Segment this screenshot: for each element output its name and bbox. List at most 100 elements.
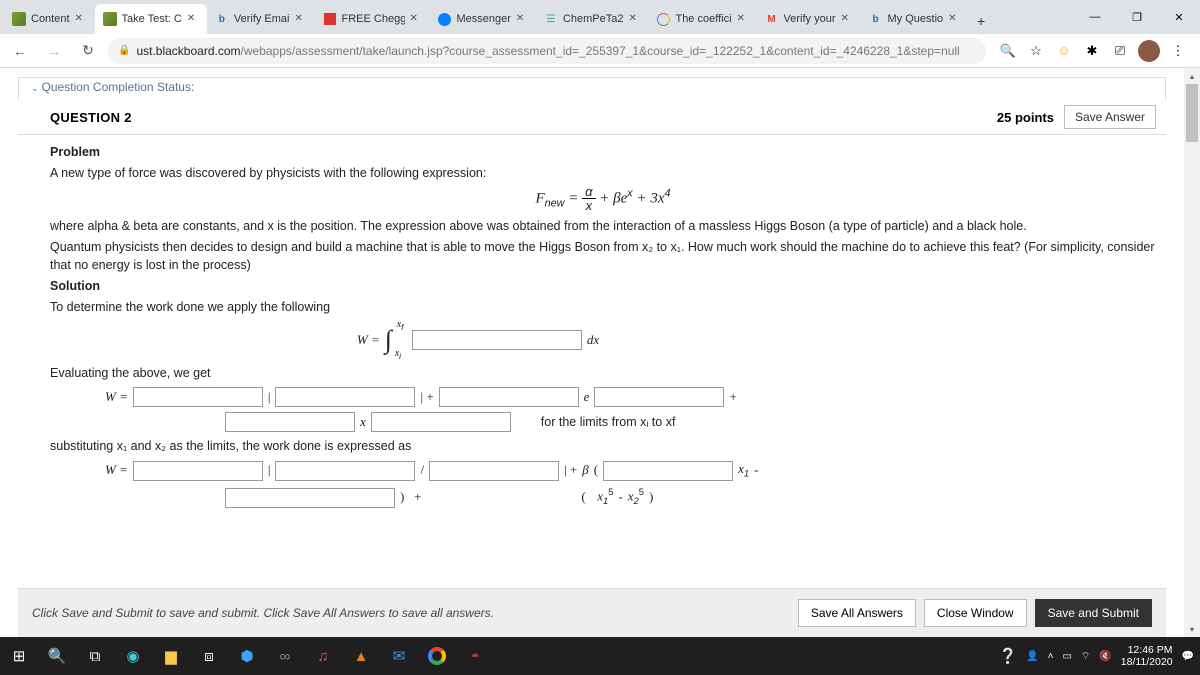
- store-icon[interactable]: ⬢: [228, 637, 266, 675]
- scroll-down-icon[interactable]: ▾: [1184, 621, 1200, 637]
- restore-button[interactable]: ❐: [1116, 0, 1158, 34]
- back-button[interactable]: ←: [6, 37, 34, 65]
- tab-verify-email[interactable]: bVerify Emai✕: [207, 4, 315, 34]
- save-all-button[interactable]: Save All Answers: [798, 599, 916, 627]
- tab-take-test[interactable]: Take Test: C✕: [95, 4, 207, 34]
- system-tray: ❔ 👤 ˄ ▭ ⌔ 🔇 12:46 PM 18/11/2020 💬: [998, 644, 1200, 668]
- close-icon[interactable]: ✕: [516, 13, 528, 25]
- mail-icon[interactable]: ✉: [380, 637, 418, 675]
- dropbox-icon[interactable]: ⧈: [190, 637, 228, 675]
- save-submit-button[interactable]: Save and Submit: [1035, 599, 1152, 627]
- integrand-input[interactable]: [412, 330, 582, 350]
- clock[interactable]: 12:46 PM 18/11/2020: [1121, 644, 1173, 668]
- people-icon[interactable]: 👤: [1026, 651, 1038, 662]
- tab-chempeta[interactable]: ☰ChemPeTa2✕: [536, 4, 649, 34]
- sub1-input[interactable]: [133, 461, 263, 481]
- subst-text: substituting x₁ and x₂ as the limits, th…: [50, 437, 1156, 455]
- puzzle-icon[interactable]: ✱: [1082, 41, 1102, 61]
- sub4-input[interactable]: [603, 461, 733, 481]
- tab-coeffic[interactable]: The coeffici✕: [648, 4, 756, 34]
- work-question: Quantum physicists then decides to desig…: [50, 238, 1156, 274]
- start-button[interactable]: ⊞: [0, 637, 38, 675]
- chevron-down-icon: ⌄: [31, 83, 39, 93]
- address-bar-row: ← → ↻ 🔒 ust.blackboard.com/webapps/asses…: [0, 34, 1200, 68]
- minimize-button[interactable]: —: [1074, 0, 1116, 34]
- sub5-input[interactable]: [225, 488, 395, 508]
- close-icon[interactable]: ✕: [187, 13, 199, 25]
- problem-intro: A new type of force was discovered by ph…: [50, 164, 1156, 182]
- tab-chegg[interactable]: FREE Chegg✕: [315, 4, 430, 34]
- term1-input[interactable]: [133, 387, 263, 407]
- battery-icon[interactable]: ▭: [1062, 651, 1071, 662]
- zoom-icon[interactable]: 🔍: [998, 41, 1018, 61]
- profile-icon[interactable]: [1138, 40, 1160, 62]
- question-header: QUESTION 2 25 points Save Answer: [18, 100, 1166, 135]
- term6-input[interactable]: [371, 412, 511, 432]
- menu-icon[interactable]: ⋮: [1168, 41, 1188, 61]
- tray-chevron-icon[interactable]: ˄: [1048, 651, 1054, 662]
- close-icon[interactable]: ✕: [410, 13, 422, 25]
- vlc-icon[interactable]: ▲: [342, 637, 380, 675]
- scroll-thumb[interactable]: [1186, 84, 1198, 142]
- extension-icon[interactable]: ☺: [1054, 41, 1074, 61]
- wifi-icon[interactable]: ⌔: [1081, 650, 1090, 663]
- integral-line: W = ∫xfxi dx: [0, 321, 1156, 359]
- new-tab-button[interactable]: +: [968, 8, 994, 34]
- forward-button[interactable]: →: [40, 37, 68, 65]
- save-answer-button[interactable]: Save Answer: [1064, 105, 1156, 129]
- problem-heading: Problem: [50, 143, 1156, 161]
- eval-text: Evaluating the above, we get: [50, 364, 1156, 382]
- where-text: where alpha & beta are constants, and x …: [50, 217, 1156, 235]
- force-equation: Fnew = αx + βex + 3x4: [50, 185, 1156, 213]
- completion-status[interactable]: ⌄Question Completion Status:: [18, 77, 1166, 100]
- tab-verify-your[interactable]: MVerify your✕: [757, 4, 861, 34]
- explorer-icon[interactable]: ▆: [152, 637, 190, 675]
- term4-input[interactable]: [594, 387, 724, 407]
- chrome-icon[interactable]: [418, 637, 456, 675]
- apply-text: To determine the work done we apply the …: [50, 298, 1156, 316]
- task-view-icon[interactable]: ⧉: [76, 637, 114, 675]
- tab-messenger[interactable]: Messenger✕: [430, 4, 536, 34]
- tab-my-question[interactable]: bMy Questio✕: [861, 4, 969, 34]
- search-icon[interactable]: 🔍: [38, 637, 76, 675]
- notifications-icon[interactable]: 💬: [1182, 651, 1194, 662]
- lock-icon: 🔒: [118, 45, 130, 56]
- subst-line-1: W = | / | + β( x1 -: [50, 460, 1156, 481]
- sub3-input[interactable]: [429, 461, 559, 481]
- term3-input[interactable]: [439, 387, 579, 407]
- question-title: QUESTION 2: [50, 110, 132, 125]
- term2-input[interactable]: [275, 387, 415, 407]
- eval-line-2: x for the limits from xᵢ to xf: [50, 412, 1156, 432]
- itunes-icon[interactable]: ♫: [304, 637, 342, 675]
- close-icon[interactable]: ✕: [75, 13, 87, 25]
- reload-button[interactable]: ↻: [74, 37, 102, 65]
- volume-icon[interactable]: 🔇: [1099, 651, 1111, 662]
- taskbar: ⊞ 🔍 ⧉ ◉ ▆ ⧈ ⬢ ∞ ♫ ▲ ✉ ◓ ❔ 👤 ˄ ▭ ⌔ 🔇 12:4…: [0, 637, 1200, 675]
- cortana-icon[interactable]: ◉: [114, 637, 152, 675]
- footer-hint: Click Save and Submit to save and submit…: [32, 606, 494, 620]
- app-icon[interactable]: ◓: [456, 637, 494, 675]
- term5-input[interactable]: [225, 412, 355, 432]
- close-window-button[interactable]: ✕: [1158, 0, 1200, 34]
- solution-heading: Solution: [50, 277, 1156, 295]
- star-icon[interactable]: ☆: [1026, 41, 1046, 61]
- scrollbar[interactable]: ▴ ▾: [1184, 68, 1200, 637]
- assessment-footer: Click Save and Submit to save and submit…: [18, 588, 1166, 637]
- question-points: 25 points: [997, 110, 1054, 125]
- eval-line-1: W = | | + e +: [50, 387, 1156, 407]
- subst-line-2: ) + ( x15 - x25 ): [50, 486, 1156, 508]
- close-icon[interactable]: ✕: [295, 13, 307, 25]
- address-bar[interactable]: 🔒 ust.blackboard.com/webapps/assessment/…: [108, 38, 986, 64]
- close-window-button2[interactable]: Close Window: [924, 599, 1027, 627]
- cast-icon[interactable]: ⎚: [1110, 41, 1130, 61]
- help-icon[interactable]: ❔: [998, 647, 1017, 665]
- close-icon[interactable]: ✕: [841, 13, 853, 25]
- close-icon[interactable]: ✕: [948, 13, 960, 25]
- loop-icon[interactable]: ∞: [266, 637, 304, 675]
- sub2-input[interactable]: [275, 461, 415, 481]
- scroll-up-icon[interactable]: ▴: [1184, 68, 1200, 84]
- close-icon[interactable]: ✕: [737, 13, 749, 25]
- close-icon[interactable]: ✕: [628, 13, 640, 25]
- page-content: ⌄Question Completion Status: QUESTION 2 …: [0, 68, 1184, 637]
- tab-content[interactable]: Content✕: [4, 4, 95, 34]
